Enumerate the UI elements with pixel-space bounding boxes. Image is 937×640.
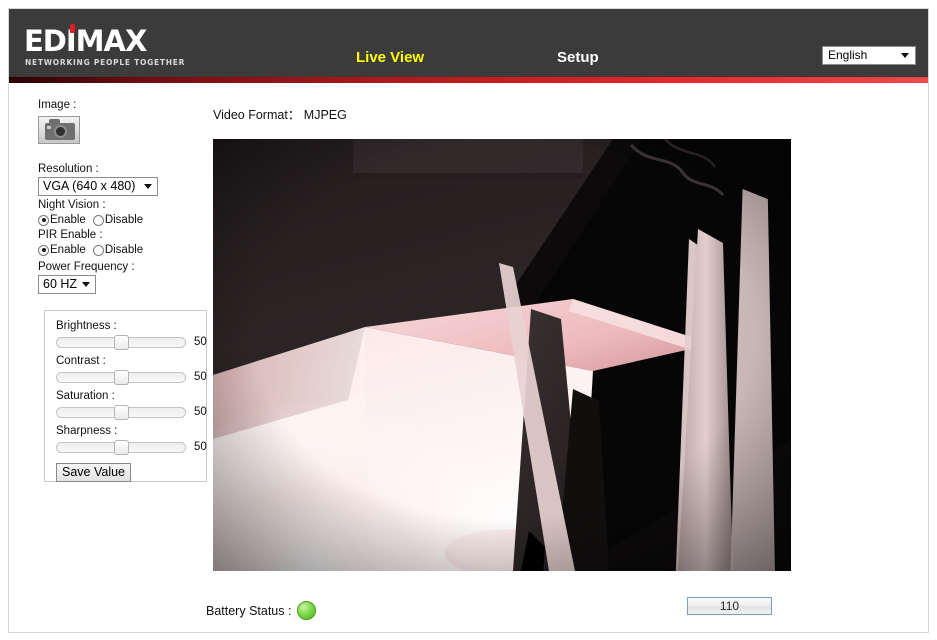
resolution-label: Resolution : (38, 163, 99, 175)
image-label: Image : (38, 99, 77, 111)
control-sidebar: Image : Resolution : VGA (640 x 480) Nig… (38, 96, 213, 294)
contrast-value: 50 (194, 371, 207, 383)
slider-group-brightness: Brightness : 50 (56, 319, 207, 351)
green-led-icon (297, 601, 317, 620)
sharpness-slider[interactable] (56, 439, 186, 455)
contrast-slider-thumb[interactable] (114, 369, 129, 385)
night-vision-enable-label[interactable]: Enable (50, 214, 86, 226)
sharpness-label: Sharpness : (56, 425, 118, 437)
live-video-feed[interactable] (213, 139, 791, 571)
slider-group-contrast: Contrast : 50 (56, 354, 207, 386)
power-frequency-label: Power Frequency : (38, 261, 135, 273)
video-format-label: Video Format： MJPEG (213, 108, 347, 122)
resolution-select[interactable]: VGA (640 x 480) (38, 177, 159, 196)
edimax-logo: EDIMAX NETWORKING PEOPLE TOGETHER (20, 24, 190, 70)
saturation-slider[interactable] (56, 404, 186, 420)
brightness-label: Brightness : (56, 320, 117, 332)
power-frequency-select[interactable]: 60 HZ (38, 275, 97, 294)
saturation-value: 50 (194, 406, 207, 418)
night-vision-disable-radio[interactable] (92, 214, 104, 226)
camera-icon-flash (47, 126, 51, 129)
night-vision-enable-radio[interactable] (38, 214, 49, 226)
logo-tagline: NETWORKING PEOPLE TOGETHER (25, 58, 186, 67)
snapshot-button[interactable] (38, 116, 80, 144)
pir-enable-label[interactable]: Enable (50, 244, 86, 256)
battery-status-label: Battery Status : (206, 603, 292, 618)
saturation-slider-row: 50 (56, 403, 207, 421)
language-select-value: English (828, 48, 868, 62)
brightness-slider-row: 50 (56, 333, 207, 351)
night-vision-disable-label[interactable]: Disable (105, 214, 143, 226)
pir-enable-radio[interactable] (38, 244, 49, 256)
chevron-down-icon (82, 282, 91, 287)
contrast-slider-row: 50 (56, 368, 207, 386)
video-frame-content (213, 139, 791, 571)
brightness-slider-thumb[interactable] (114, 334, 129, 350)
slider-group-sharpness: Sharpness : 50 (56, 424, 207, 456)
saturation-slider-thumb[interactable] (114, 404, 129, 420)
contrast-label: Contrast : (56, 355, 106, 367)
pir-disable-label[interactable]: Disable (105, 244, 143, 256)
logo-wordmark: EDIMAX (24, 24, 147, 58)
night-vision-radio-group: Enable Disable (38, 214, 213, 226)
battery-status: Battery Status : (206, 601, 317, 620)
pir-radio-group: Enable Disable (38, 244, 213, 256)
night-vision-label: Night Vision : (38, 199, 106, 211)
image-adjustment-panel: Brightness : 50 Contrast : 50 Saturation… (44, 310, 207, 482)
live-view-page: EDIMAX NETWORKING PEOPLE TOGETHER Live V… (0, 0, 937, 640)
counter-button[interactable]: 110 (687, 597, 772, 615)
brightness-slider[interactable] (56, 334, 186, 350)
pir-disable-radio[interactable] (92, 244, 104, 256)
chevron-down-icon (144, 184, 153, 189)
pir-enable-label: PIR Enable : (38, 229, 103, 241)
nav-setup[interactable]: Setup (557, 49, 599, 66)
save-value-button[interactable]: Save Value (56, 463, 132, 482)
camera-icon-lens (54, 125, 67, 138)
saturation-label: Saturation : (56, 390, 115, 402)
sharpness-slider-row: 50 (56, 438, 207, 456)
sharpness-value: 50 (194, 441, 207, 453)
nav-live-view[interactable]: Live View (356, 49, 424, 66)
chevron-down-icon (901, 53, 909, 58)
header-accent-bar (9, 77, 928, 83)
slider-group-saturation: Saturation : 50 (56, 389, 207, 421)
logo-red-dot-icon (70, 24, 75, 33)
brightness-value: 50 (194, 336, 207, 348)
app-header: EDIMAX NETWORKING PEOPLE TOGETHER Live V… (9, 9, 928, 77)
contrast-slider[interactable] (56, 369, 186, 385)
resolution-select-value: VGA (640 x 480) (43, 179, 136, 193)
sharpness-slider-thumb[interactable] (114, 439, 129, 455)
language-select[interactable]: English (822, 46, 916, 65)
